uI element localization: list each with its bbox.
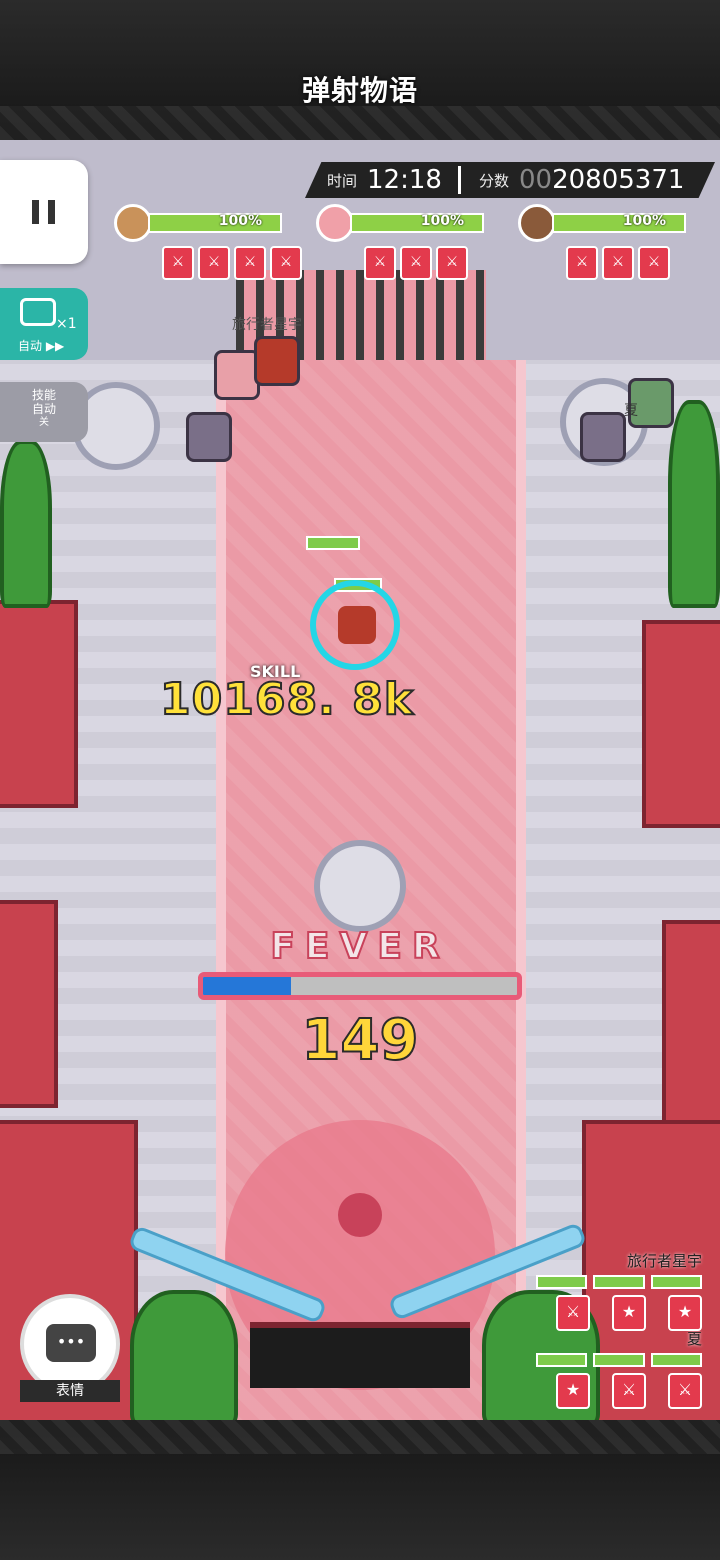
hp-bar-3: 100%	[552, 213, 686, 233]
left-roof	[0, 600, 78, 808]
npc-hat	[186, 412, 232, 462]
npc-name-tag: 夏	[624, 403, 638, 419]
sword-skill-icon: ⚔	[162, 246, 194, 280]
bumper-center	[338, 1193, 382, 1237]
sword-skill-icon: ⚔	[668, 1373, 702, 1409]
npc-right-1	[580, 412, 626, 462]
sword-skill-icon: ⚔	[198, 246, 230, 280]
fever-title: FEVER	[269, 925, 450, 968]
teammate-1-skills: ⚔ ★ ★	[536, 1295, 702, 1331]
sword-skill-icon: ⚔	[602, 246, 634, 280]
skill-auto-line1: 技能	[31, 388, 56, 402]
portrait-1	[114, 204, 152, 242]
right-roof	[642, 620, 720, 828]
drain-pit	[250, 1322, 470, 1388]
hp-segment	[536, 1275, 588, 1289]
sword-skill-icon: ⚔	[270, 246, 302, 280]
star-skill-icon: ★	[668, 1295, 702, 1331]
skill-auto-toggle[interactable]: 技能 自动 关	[0, 382, 88, 442]
teammate-1-panel: 旅行者星宇 ⚔ ★ ★	[536, 1250, 702, 1331]
skill-auto-state: 关	[39, 417, 49, 428]
time-score-panel: 时间 12:18 分数 0020805371	[305, 162, 715, 198]
npc-player-avatar	[254, 336, 300, 386]
hp-bar-2: 100%	[350, 213, 484, 233]
auto-multiplier: ×1	[56, 316, 77, 332]
score-prefix: 00	[518, 165, 553, 195]
left-tree	[0, 440, 52, 608]
skill-auto-line2: 自动	[31, 402, 56, 416]
emote-button[interactable]: •••	[20, 1294, 120, 1394]
hp-segment	[650, 1353, 702, 1367]
sword-skill-icon: ⚔	[638, 246, 670, 280]
divider	[457, 166, 461, 194]
party-member-1: 100% ⚡	[114, 204, 282, 242]
teammate-1-hp	[536, 1275, 702, 1289]
center-bumper-ring	[314, 840, 406, 932]
auto-icon	[20, 298, 56, 326]
pinball-stage: 旅行者星宇 夏 SKILL 10168. 8k FEVER 149 时间 12:…	[0, 140, 720, 1420]
bottom-left-tree	[130, 1290, 238, 1420]
hp-text-1: 100%	[218, 213, 262, 229]
combo-counter: 149	[301, 1007, 420, 1074]
pause-icon	[32, 200, 39, 224]
hero-hp-bar	[306, 536, 360, 550]
party-member-3: 100% ⚡	[518, 204, 686, 242]
score-label: 分数	[478, 171, 509, 190]
time-value: 12:18	[367, 165, 442, 195]
hp-bar-1: 100%	[148, 213, 282, 233]
sword-skill-icon: ⚔	[566, 246, 598, 280]
damage-number: 10168. 8k	[159, 673, 414, 726]
game-logo: 弹射物语	[301, 74, 418, 107]
sword-skill-icon: ⚔	[556, 1295, 590, 1331]
score-value: 0020805371	[519, 165, 684, 195]
hp-text-3: 100%	[622, 213, 666, 229]
sword-skill-icon: ⚔	[400, 246, 432, 280]
portrait-3	[518, 204, 556, 242]
teammate-2-panel: 夏 ★ ⚔ ⚔	[536, 1328, 702, 1409]
hero-ball	[310, 580, 400, 670]
star-skill-icon: ★	[556, 1373, 590, 1409]
pause-button[interactable]	[0, 160, 88, 264]
teammate-1-name: 旅行者星宇	[626, 1252, 702, 1270]
fever-fill	[203, 977, 291, 995]
star-skill-icon: ★	[612, 1295, 646, 1331]
teammate-2-name: 夏	[686, 1330, 702, 1348]
top-frame: 弹射物语	[0, 0, 720, 140]
left-roof-2	[0, 900, 58, 1108]
pause-icon-bar	[48, 200, 55, 224]
player-name-tag: 旅行者星宇	[232, 317, 302, 333]
party-2-skills: ⚔ ⚔ ⚔	[364, 246, 468, 280]
party-member-2: 100% ⚡	[316, 204, 484, 242]
emote-label: 表情	[20, 1380, 120, 1402]
hp-text-2: 100%	[420, 213, 464, 229]
hp-segment	[593, 1353, 645, 1367]
fever-track	[198, 972, 522, 1000]
teammate-2-hp	[536, 1353, 702, 1367]
sword-skill-icon: ⚔	[436, 246, 468, 280]
bottom-frame	[0, 1420, 720, 1560]
hp-segment	[593, 1275, 645, 1289]
teammate-2-skills: ★ ⚔ ⚔	[536, 1373, 702, 1409]
sword-skill-icon: ⚔	[234, 246, 266, 280]
auto-play-button[interactable]: ×1 自动 ▶▶	[0, 288, 88, 360]
party-1-skills: ⚔ ⚔ ⚔ ⚔	[162, 246, 302, 280]
sword-skill-icon: ⚔	[364, 246, 396, 280]
hp-segment	[536, 1353, 588, 1367]
party-3-skills: ⚔ ⚔ ⚔	[566, 246, 670, 280]
portrait-2	[316, 204, 354, 242]
score-digits: 20805371	[552, 165, 685, 195]
right-tree	[668, 400, 720, 608]
chat-bubble-icon: •••	[46, 1324, 96, 1362]
auto-label: 自动 ▶▶	[18, 339, 65, 353]
sword-skill-icon: ⚔	[612, 1373, 646, 1409]
time-label: 时间	[327, 171, 358, 190]
hp-segment	[650, 1275, 702, 1289]
